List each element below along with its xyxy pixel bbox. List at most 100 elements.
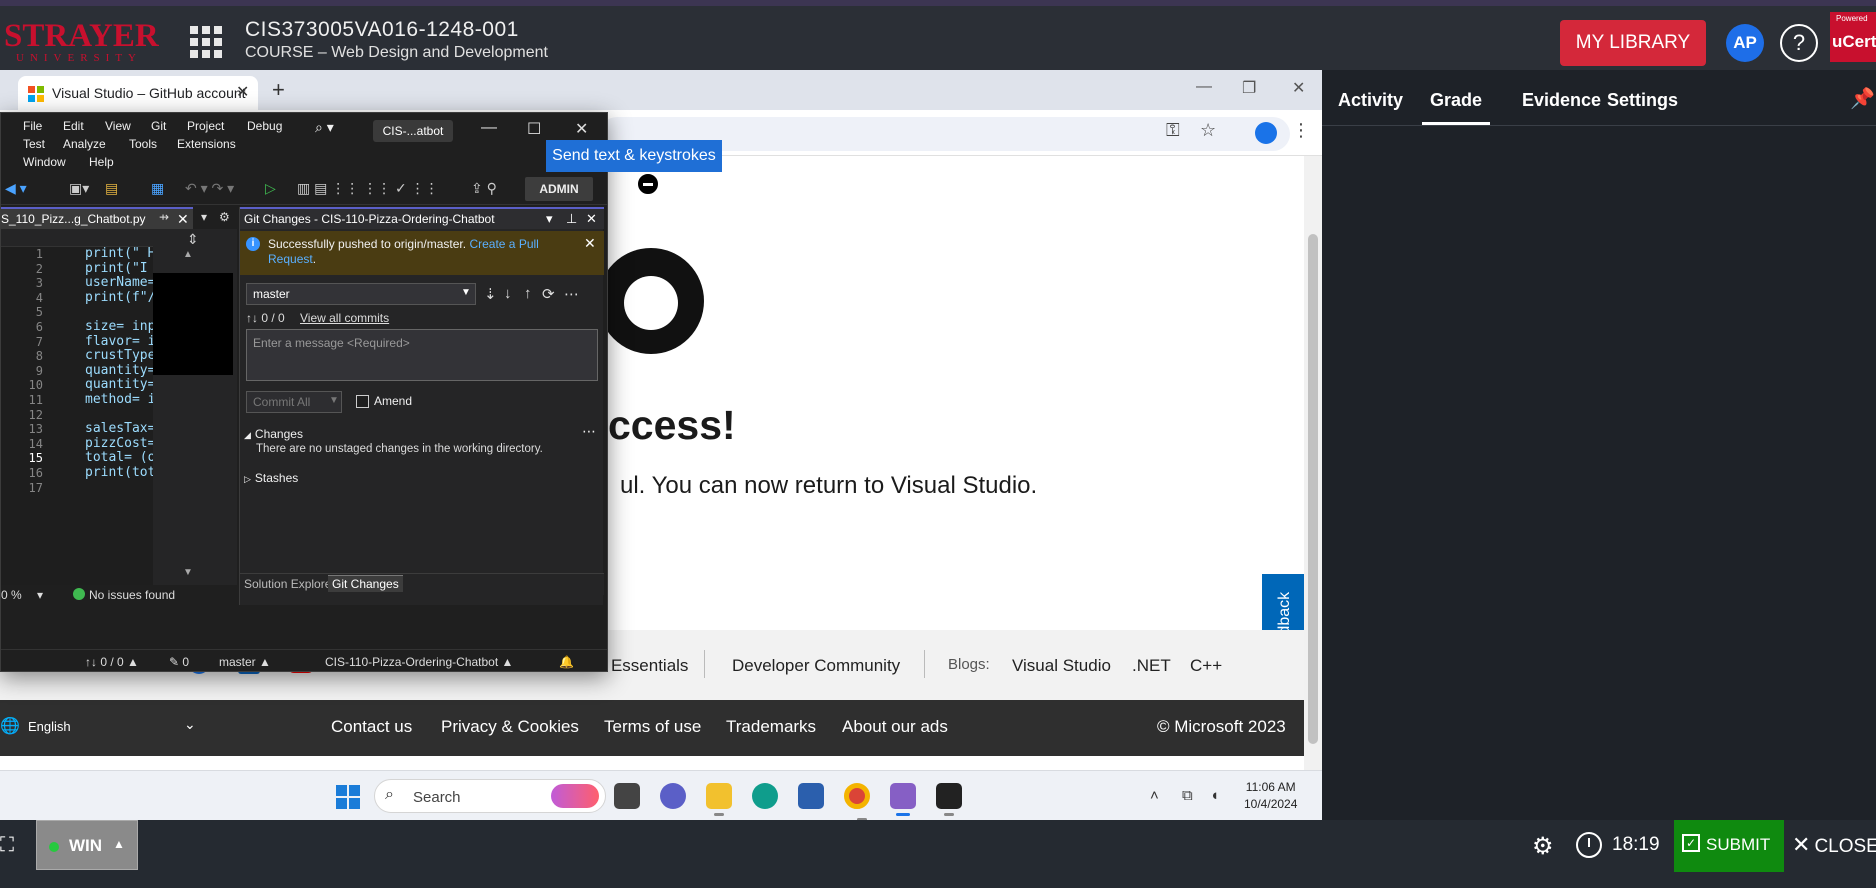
strayer-logo[interactable]: STRAYER UNIVERSITY <box>0 14 160 64</box>
task-view-icon[interactable] <box>614 783 640 809</box>
sync-icon[interactable]: ⟳ <box>542 285 555 303</box>
amend-checkbox[interactable] <box>356 395 369 408</box>
menu-extensions[interactable]: Extensions <box>177 137 236 151</box>
taskbar-clock[interactable]: 11:06 AM 10/4/2024 <box>1244 779 1297 813</box>
split-icon[interactable]: ⇕ <box>187 231 199 248</box>
live-share-icon[interactable]: ⇪ ⚲ <box>471 180 497 197</box>
key-icon[interactable]: ⚿ <box>1166 120 1180 141</box>
fetch-icon[interactable]: ⇣ <box>484 285 497 303</box>
editor-nav-dropdown[interactable] <box>1 229 153 247</box>
tab-evidence[interactable]: Evidence <box>1522 90 1601 111</box>
zoom-level[interactable]: 0 % <box>1 588 22 602</box>
close-window-icon[interactable]: ✕ <box>1292 78 1305 98</box>
menu-analyze[interactable]: Analyze <box>63 137 106 151</box>
profile-icon[interactable] <box>1255 122 1277 144</box>
commit-all-button[interactable]: Commit All ▼ <box>246 391 342 413</box>
user-avatar[interactable]: AP <box>1726 24 1764 62</box>
branch-selector[interactable]: master ▼ <box>246 283 476 305</box>
visual-studio-icon[interactable] <box>890 783 916 816</box>
toolbar-tool-icon[interactable]: ▥ ▤ ⋮⋮ ⋮⋮ ✓ ⋮⋮ <box>297 180 439 197</box>
menu-edit[interactable]: Edit <box>63 119 84 133</box>
commit-message-input[interactable] <box>253 336 583 350</box>
push-icon[interactable]: ↑ <box>524 285 532 302</box>
search-icon[interactable]: ⌕ ▾ <box>315 119 334 136</box>
page-scrollbar[interactable] <box>1304 156 1322 770</box>
pull-icon[interactable]: ↓ <box>504 285 512 302</box>
issues-status[interactable]: No issues found <box>89 588 175 602</box>
help-icon[interactable]: ? <box>1780 24 1818 62</box>
close-tab-icon[interactable]: ✕ <box>177 211 189 228</box>
taskbar-search[interactable]: ⌕ Search <box>374 779 606 813</box>
menu-help[interactable]: Help <box>89 155 114 169</box>
teams-icon[interactable] <box>660 783 686 809</box>
menu-test[interactable]: Test <box>23 137 45 151</box>
blog-cpp-link[interactable]: C++ <box>1190 656 1222 676</box>
scroll-up-icon[interactable]: ▲ <box>183 249 193 260</box>
pin-icon[interactable]: ⊥ <box>566 211 577 227</box>
tray-chevron-icon[interactable]: ˄ <box>1150 787 1159 804</box>
remote-desktop[interactable]: Visual Studio – GitHub account ✕ + — ❐ ✕… <box>0 70 1322 820</box>
changes-section[interactable]: ◢ Changes <box>244 427 303 441</box>
more-icon[interactable]: ⋯ <box>582 423 596 440</box>
close-panel-icon[interactable]: ✕ <box>586 211 597 227</box>
privacy-link[interactable]: Privacy & Cookies <box>441 717 579 737</box>
contact-us-link[interactable]: Contact us <box>331 717 412 737</box>
submit-button[interactable]: ✓ SUBMIT <box>1674 820 1784 872</box>
menu-debug[interactable]: Debug <box>247 119 282 133</box>
admin-badge[interactable]: ADMIN <box>525 177 593 201</box>
code-editor[interactable]: 1 print(" H 2 print("I 3 userName= 4 print(f"/… <box>1 229 237 585</box>
open-icon[interactable]: ▤ <box>105 180 118 197</box>
menu-file[interactable]: File <box>23 119 42 133</box>
apps-grid-icon[interactable] <box>190 26 222 58</box>
chevron-down-icon[interactable]: ▼ <box>329 395 339 406</box>
blog-visual-studio-link[interactable]: Visual Studio <box>1012 656 1111 676</box>
commit-message-box[interactable] <box>246 329 598 381</box>
powershell-icon[interactable] <box>798 783 824 809</box>
minimap[interactable]: ⇕ ▲ ▼ <box>153 229 237 585</box>
panel-dropdown-icon[interactable]: ▾ <box>546 211 553 227</box>
tab-solution-explorer[interactable]: Solution Explorer <box>244 577 335 591</box>
my-library-button[interactable]: MY LIBRARY <box>1560 20 1706 66</box>
terminal-icon[interactable] <box>936 783 962 816</box>
branch-status[interactable]: master ▲ <box>219 655 271 669</box>
win-machine-button[interactable]: WIN ▲ <box>36 820 138 870</box>
menu-git[interactable]: Git <box>151 119 166 133</box>
close-info-icon[interactable]: ✕ <box>584 235 596 252</box>
notifications-icon[interactable]: 🔔 <box>559 655 574 669</box>
repo-status[interactable]: CIS-110-Pizza-Ordering-Chatbot ▲ <box>325 655 513 669</box>
menu-tools[interactable]: Tools <box>129 137 157 151</box>
fullscreen-icon[interactable]: ⛶ <box>0 834 14 857</box>
close-window-icon[interactable]: ✕ <box>575 119 588 139</box>
create-pr-link[interactable]: Create a Pull <box>469 237 538 251</box>
new-tab-icon[interactable]: + <box>272 77 285 103</box>
menu-icon[interactable]: ⋮ <box>1292 120 1310 141</box>
edge-icon[interactable] <box>752 783 778 809</box>
edits-status[interactable]: ✎ 0 <box>169 655 189 669</box>
undo-icon[interactable]: ↶ ▾ ↷ ▾ <box>185 180 234 197</box>
create-pr-link-cont[interactable]: Request. <box>268 252 316 266</box>
file-explorer-icon[interactable] <box>706 783 732 816</box>
language-selector[interactable]: English <box>28 719 71 734</box>
network-icon[interactable]: ⧉ <box>1182 787 1193 804</box>
tab-grade[interactable]: Grade <box>1421 90 1491 125</box>
chrome-tab[interactable]: Visual Studio – GitHub account ✕ <box>18 76 258 110</box>
zoom-dropdown-icon[interactable]: ▾ <box>37 588 43 602</box>
minimize-icon[interactable]: — <box>1196 78 1212 96</box>
sync-status[interactable]: ↑↓ 0 / 0 ▲ <box>85 655 139 669</box>
pin-tab-icon[interactable]: ⇸ <box>159 210 169 224</box>
menu-window[interactable]: Window <box>23 155 66 169</box>
ucertify-badge[interactable]: Powered uCerti <box>1830 12 1876 62</box>
more-icon[interactable]: ⋯ <box>564 285 579 303</box>
blog-dotnet-link[interactable]: .NET <box>1132 656 1171 676</box>
tab-settings[interactable]: Settings <box>1607 90 1678 111</box>
windows-start-icon[interactable] <box>336 785 360 809</box>
close-tab-icon[interactable]: ✕ <box>236 82 249 102</box>
menu-project[interactable]: Project <box>187 119 224 133</box>
terms-link[interactable]: Terms of use <box>604 717 701 737</box>
chevron-down-icon[interactable]: ⌄ <box>184 716 196 733</box>
tab-git-changes[interactable]: Git Changes <box>328 575 403 592</box>
close-button[interactable]: ✕ CLOSE <box>1792 832 1876 858</box>
tab-dropdown-icon[interactable]: ▾ <box>201 210 207 224</box>
vs-solution-title[interactable]: CIS-...atbot <box>373 120 453 142</box>
chrome-icon[interactable] <box>844 783 870 820</box>
